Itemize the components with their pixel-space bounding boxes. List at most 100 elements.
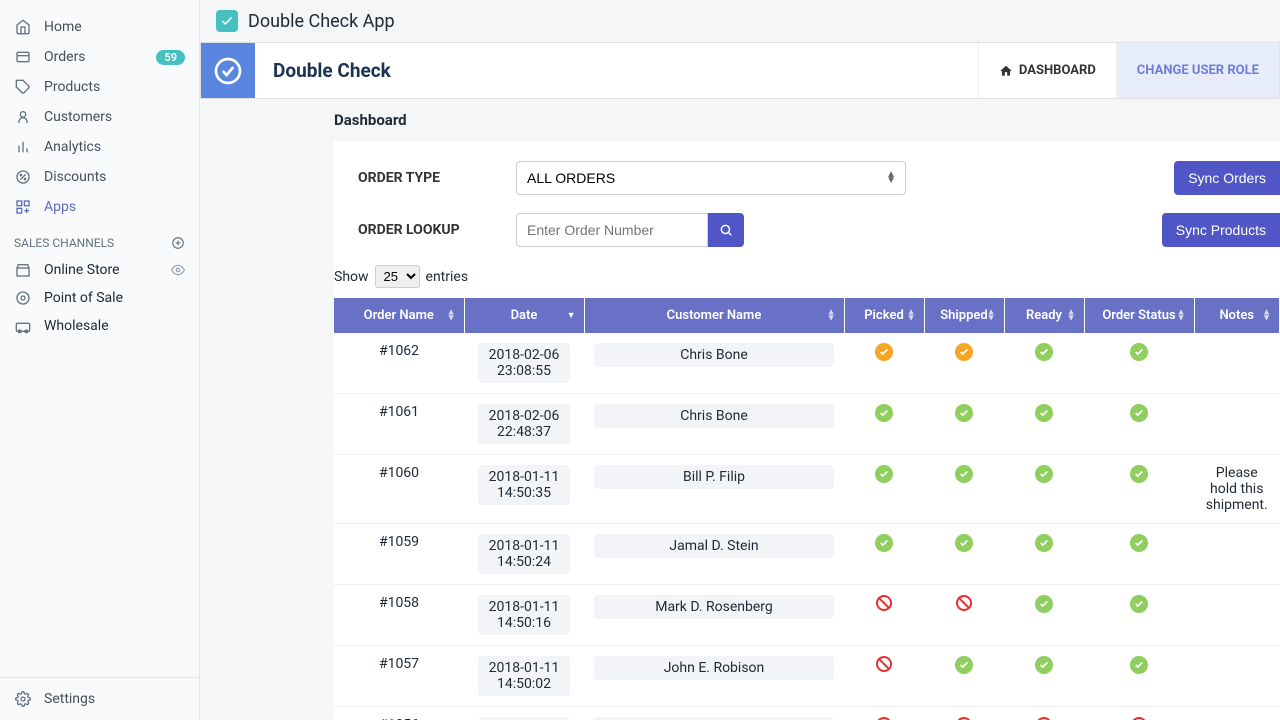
top-bar: Double Check App <box>200 0 1280 42</box>
table-row[interactable]: #1062 2018-02-0623:08:55 Chris Bone <box>334 333 1280 394</box>
cell-status <box>1084 585 1194 646</box>
cell-customer: Chris Bone <box>584 394 844 455</box>
sort-icon: ▲▼ <box>1067 309 1076 322</box>
cell-ready <box>1004 524 1084 585</box>
sidebar-item-home[interactable]: Home <box>0 12 199 42</box>
status-green-icon <box>955 404 973 422</box>
sort-icon: ▲▼ <box>447 309 456 322</box>
cell-notes <box>1194 333 1280 394</box>
status-green-icon <box>1130 534 1148 552</box>
channel-label: Point of Sale <box>44 290 123 306</box>
page-size-select[interactable]: 25 <box>375 265 420 288</box>
sidebar-item-analytics[interactable]: Analytics <box>0 132 199 162</box>
cell-notes: Please hold this shipment. <box>1194 455 1280 524</box>
channel-item-point-of-sale[interactable]: Point of Sale <box>0 284 199 312</box>
cell-picked <box>844 394 924 455</box>
wholesale-icon <box>14 317 32 335</box>
gear-icon <box>14 690 32 708</box>
channel-item-wholesale[interactable]: Wholesale <box>0 312 199 340</box>
status-red-icon <box>956 595 972 611</box>
cell-date: 2018-01-1114:50:24 <box>464 524 584 585</box>
cell-notes <box>1194 707 1280 720</box>
sort-desc-icon: ▼ <box>567 312 576 318</box>
cell-picked <box>844 707 924 720</box>
products-icon <box>14 78 32 96</box>
sidebar-item-settings[interactable]: Settings <box>0 678 199 720</box>
order-lookup-input[interactable] <box>516 213 708 247</box>
cell-shipped <box>924 585 1004 646</box>
home-icon <box>999 64 1013 78</box>
app-title: Double Check App <box>248 11 395 32</box>
sidebar-item-products[interactable]: Products <box>0 72 199 102</box>
col-notes[interactable]: Notes▲▼ <box>1194 298 1280 333</box>
cell-order: #1057 <box>334 646 464 707</box>
tab-dashboard[interactable]: DASHBOARD <box>978 43 1116 98</box>
order-type-label: ORDER TYPE <box>358 170 498 186</box>
sort-icon: ▲▼ <box>907 309 916 322</box>
add-channel-icon[interactable] <box>171 236 185 250</box>
col-status[interactable]: Order Status▲▼ <box>1084 298 1194 333</box>
cell-shipped <box>924 707 1004 720</box>
eye-icon[interactable] <box>171 263 185 277</box>
cell-date: 2018-02-0623:08:55 <box>464 333 584 394</box>
settings-label: Settings <box>44 691 95 707</box>
col-date[interactable]: Date▼ <box>464 298 584 333</box>
col-picked[interactable]: Picked▲▼ <box>844 298 924 333</box>
cell-shipped <box>924 646 1004 707</box>
cell-shipped <box>924 455 1004 524</box>
app-logo <box>201 43 255 98</box>
sort-icon: ▲▼ <box>1262 309 1271 322</box>
customers-icon <box>14 108 32 126</box>
col-ready[interactable]: Ready▲▼ <box>1004 298 1084 333</box>
table-row[interactable]: #1059 2018-01-1114:50:24 Jamal D. Stein <box>334 524 1280 585</box>
status-green-icon <box>875 534 893 552</box>
table-row[interactable]: #1057 2018-01-1114:50:02 John E. Robison <box>334 646 1280 707</box>
sidebar-item-apps[interactable]: Apps <box>0 192 199 222</box>
discounts-icon <box>14 168 32 186</box>
badge: 59 <box>156 50 185 65</box>
cell-picked <box>844 455 924 524</box>
sync-orders-button[interactable]: Sync Orders <box>1174 161 1280 195</box>
sales-channels-header: SALES CHANNELS <box>0 222 199 256</box>
sidebar-item-customers[interactable]: Customers <box>0 102 199 132</box>
cell-notes <box>1194 394 1280 455</box>
analytics-icon <box>14 138 32 156</box>
cell-customer: Jamal D. Stein <box>584 524 844 585</box>
col-shipped[interactable]: Shipped▲▼ <box>924 298 1004 333</box>
orders-table: Order Name▲▼ Date▼ Customer Name▲▼ Picke… <box>334 298 1280 720</box>
status-green-icon <box>955 534 973 552</box>
order-lookup-button[interactable] <box>708 213 744 247</box>
cell-picked <box>844 646 924 707</box>
cell-date: 2018-01-1114:50:16 <box>464 585 584 646</box>
status-green-icon <box>955 656 973 674</box>
col-customer[interactable]: Customer Name▲▼ <box>584 298 844 333</box>
tab-change-user-role[interactable]: CHANGE USER ROLE <box>1116 43 1279 98</box>
table-row[interactable]: #1058 2018-01-1114:50:16 Mark D. Rosenbe… <box>334 585 1280 646</box>
cell-status <box>1084 646 1194 707</box>
cell-order: #1061 <box>334 394 464 455</box>
app-header: Double Check DASHBOARD CHANGE USER ROLE <box>200 42 1280 99</box>
status-green-icon <box>1035 595 1053 613</box>
status-green-icon <box>1130 404 1148 422</box>
cell-notes <box>1194 524 1280 585</box>
cell-picked <box>844 524 924 585</box>
cell-order: #1062 <box>334 333 464 394</box>
col-order-name[interactable]: Order Name▲▼ <box>334 298 464 333</box>
cell-notes <box>1194 585 1280 646</box>
status-green-icon <box>1035 534 1053 552</box>
sidebar-item-orders[interactable]: Orders59 <box>0 42 199 72</box>
sync-products-button[interactable]: Sync Products <box>1162 213 1280 247</box>
table-row[interactable]: #1061 2018-02-0622:48:37 Chris Bone <box>334 394 1280 455</box>
store-icon <box>14 261 32 279</box>
sidebar-item-discounts[interactable]: Discounts <box>0 162 199 192</box>
cell-status <box>1084 455 1194 524</box>
sales-channels-label: SALES CHANNELS <box>14 236 114 250</box>
cell-ready <box>1004 394 1084 455</box>
channel-item-online-store[interactable]: Online Store <box>0 256 199 284</box>
table-row[interactable]: #1060 2018-01-1114:50:35 Bill P. Filip P… <box>334 455 1280 524</box>
cell-customer: Mark D. Rosenberg <box>584 585 844 646</box>
status-red-icon <box>876 595 892 611</box>
cell-date: 2018-02-0622:48:37 <box>464 394 584 455</box>
table-row[interactable]: #1056 2018-01-1114:49:52 Brad M. Ramsey <box>334 707 1280 720</box>
order-type-select[interactable]: ALL ORDERS <box>516 161 906 195</box>
